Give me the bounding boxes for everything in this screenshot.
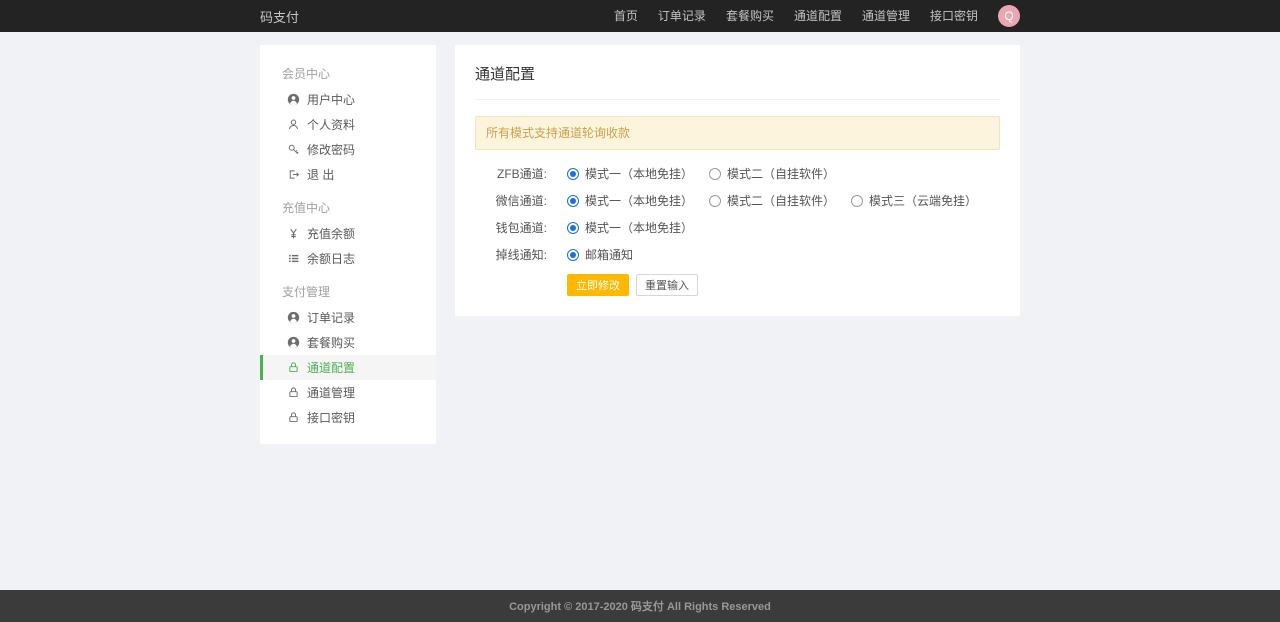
sidebar-item[interactable]: 套餐购买 [260, 330, 436, 355]
nav-item[interactable]: 首页 [604, 0, 648, 32]
sidebar-item[interactable]: 接口密钥 [260, 405, 436, 430]
sidebar-item-label: 余额日志 [307, 250, 355, 267]
top-navbar: 码支付 首页订单记录套餐购买通道配置通道管理接口密钥 Q [0, 0, 1280, 32]
radio-input[interactable] [567, 249, 579, 261]
nav-item[interactable]: 接口密钥 [920, 0, 988, 32]
sidebar-item[interactable]: 余额日志 [260, 246, 436, 271]
sign-out-icon [286, 168, 300, 182]
lock-icon [286, 386, 300, 400]
radio-group: 模式一（本地免挂） 模式二（自挂软件） [567, 165, 851, 182]
list-icon [286, 252, 300, 266]
lock-icon [286, 411, 300, 425]
sidebar-item-label: 套餐购买 [307, 334, 355, 351]
channel-config-form: ZFB通道:模式一（本地免挂）模式二（自挂软件）微信通道:模式一（本地免挂）模式… [475, 160, 1000, 268]
sidebar: 会员中心用户中心个人资料修改密码退 出充值中心充值余额余额日志支付管理订单记录套… [260, 45, 436, 444]
radio-option-label: 模式一（本地免挂） [585, 165, 693, 182]
sidebar-item[interactable]: 个人资料 [260, 112, 436, 137]
user-outline-icon [286, 118, 300, 132]
sidebar-item[interactable]: 通道管理 [260, 380, 436, 405]
sidebar-item[interactable]: 订单记录 [260, 305, 436, 330]
sidebar-item[interactable]: 通道配置 [260, 355, 436, 380]
sidebar-section-header: 支付管理 [260, 279, 436, 305]
radio-input[interactable] [567, 195, 579, 207]
sidebar-section-header: 会员中心 [260, 61, 436, 87]
radio-group: 模式一（本地免挂） 模式二（自挂软件） 模式三（云端免挂） [567, 192, 993, 209]
radio-option[interactable]: 模式一（本地免挂） [567, 192, 693, 209]
alert-banner: 所有模式支持通道轮询收款 [475, 116, 1000, 150]
copyright-text: Copyright © 2017-2020 码支付 All Rights Res… [509, 598, 771, 614]
form-row-label: 掉线通知: [475, 246, 547, 263]
sidebar-section-header: 充值中心 [260, 195, 436, 221]
navbar-inner: 码支付 首页订单记录套餐购买通道配置通道管理接口密钥 Q [260, 0, 1020, 32]
form-buttons: 立即修改 重置输入 [567, 274, 1000, 296]
page-title: 通道配置 [475, 63, 1000, 84]
main-panel: 通道配置 所有模式支持通道轮询收款 ZFB通道: 模式一（本地免挂） 模式二（自挂软… [455, 45, 1020, 316]
sidebar-item[interactable]: 退 出 [260, 162, 436, 187]
nav-menu: 首页订单记录套餐购买通道配置通道管理接口密钥 [604, 0, 988, 32]
form-row-label: 微信通道: [475, 192, 547, 209]
radio-input[interactable] [709, 168, 721, 180]
nav-item[interactable]: 套餐购买 [716, 0, 784, 32]
radio-option-label: 模式一（本地免挂） [585, 219, 693, 236]
radio-input[interactable] [567, 168, 579, 180]
radio-option-label: 模式二（自挂软件） [727, 165, 835, 182]
radio-option-label: 模式二（自挂软件） [727, 192, 835, 209]
radio-option-label: 模式一（本地免挂） [585, 192, 693, 209]
sidebar-item-label: 修改密码 [307, 141, 355, 158]
radio-group: 邮箱通知 [567, 246, 649, 263]
radio-option[interactable]: 模式二（自挂软件） [709, 165, 835, 182]
radio-group: 模式一（本地免挂） [567, 219, 709, 236]
brand-logo[interactable]: 码支付 [260, 7, 299, 26]
form-row: 钱包通道: 模式一（本地免挂） [475, 214, 1000, 241]
sidebar-item[interactable]: 修改密码 [260, 137, 436, 162]
radio-input[interactable] [709, 195, 721, 207]
sidebar-item-label: 订单记录 [307, 309, 355, 326]
submit-button[interactable]: 立即修改 [567, 274, 629, 296]
sidebar-item-label: 退 出 [307, 166, 334, 183]
sidebar-item-label: 通道配置 [307, 359, 355, 376]
lock-icon [286, 361, 300, 375]
radio-option[interactable]: 模式一（本地免挂） [567, 165, 693, 182]
radio-option[interactable]: 模式一（本地免挂） [567, 219, 693, 236]
nav-item[interactable]: 通道管理 [852, 0, 920, 32]
user-circle-icon [286, 93, 300, 107]
user-circle-icon [286, 336, 300, 350]
sidebar-item-label: 充值余额 [307, 225, 355, 242]
form-row-label: ZFB通道: [475, 165, 547, 182]
radio-input[interactable] [851, 195, 863, 207]
reset-button[interactable]: 重置输入 [636, 274, 698, 296]
user-avatar[interactable]: Q [998, 5, 1020, 27]
radio-option[interactable]: 模式三（云端免挂） [851, 192, 977, 209]
sidebar-item-label: 用户中心 [307, 91, 355, 108]
nav-item[interactable]: 订单记录 [648, 0, 716, 32]
sidebar-item-label: 个人资料 [307, 116, 355, 133]
user-circle-icon [286, 311, 300, 325]
form-row: 掉线通知: 邮箱通知 [475, 241, 1000, 268]
radio-option-label: 邮箱通知 [585, 246, 633, 263]
nav-item[interactable]: 通道配置 [784, 0, 852, 32]
form-row: 微信通道: 模式一（本地免挂） 模式二（自挂软件） 模式三（云端免挂） [475, 187, 1000, 214]
title-divider [475, 99, 1000, 100]
yen-icon [286, 227, 300, 241]
page-container: 会员中心用户中心个人资料修改密码退 出充值中心充值余额余额日志支付管理订单记录套… [260, 45, 1020, 444]
form-row-label: 钱包通道: [475, 219, 547, 236]
radio-option-label: 模式三（云端免挂） [869, 192, 977, 209]
radio-option[interactable]: 模式二（自挂软件） [709, 192, 835, 209]
radio-input[interactable] [567, 222, 579, 234]
sidebar-item[interactable]: 充值余额 [260, 221, 436, 246]
sidebar-item-label: 通道管理 [307, 384, 355, 401]
sidebar-item-label: 接口密钥 [307, 409, 355, 426]
key-icon [286, 143, 300, 157]
form-row: ZFB通道: 模式一（本地免挂） 模式二（自挂软件） [475, 160, 1000, 187]
radio-option[interactable]: 邮箱通知 [567, 246, 633, 263]
sidebar-item[interactable]: 用户中心 [260, 87, 436, 112]
footer: Copyright © 2017-2020 码支付 All Rights Res… [0, 590, 1280, 622]
